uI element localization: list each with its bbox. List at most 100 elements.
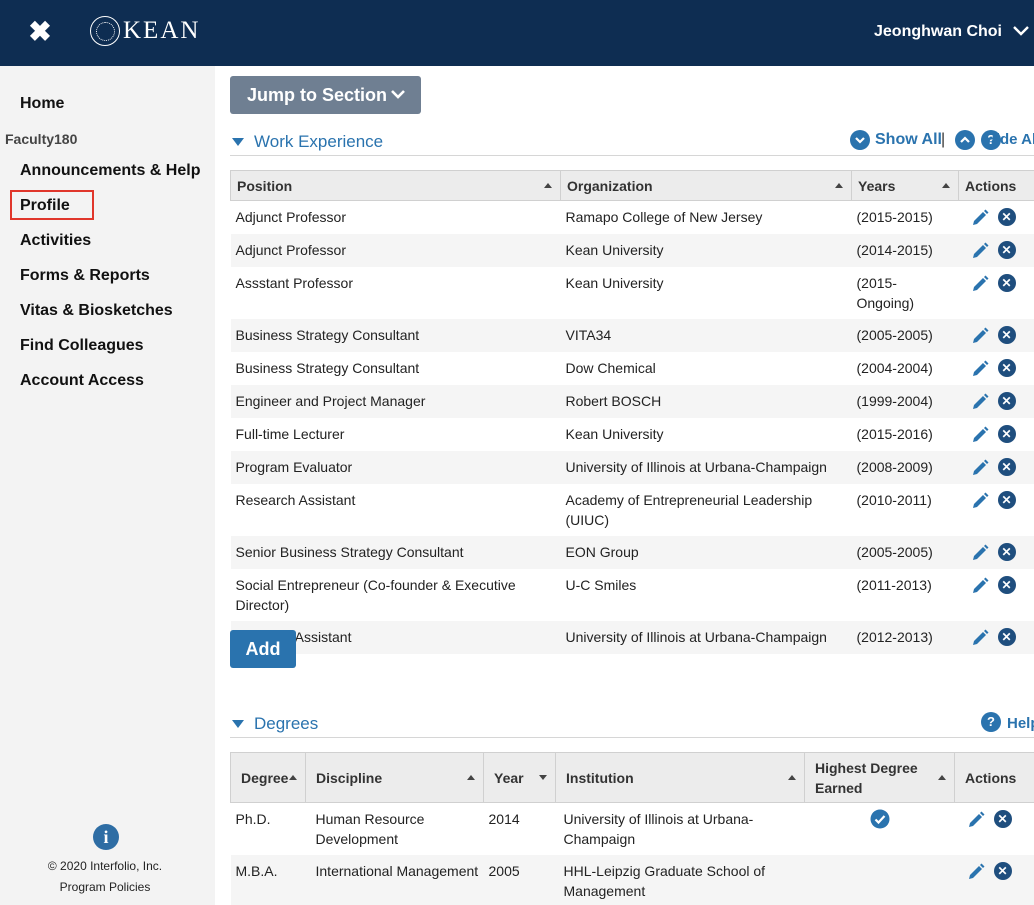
cell-position: Assstant Professor — [235, 275, 354, 291]
delete-x-icon[interactable]: ✕ — [997, 628, 1016, 646]
delete-x-icon[interactable]: ✕ — [993, 810, 1012, 828]
sidebar-item-home[interactable]: Home — [20, 94, 64, 114]
table-row: Assstant Professor Kean University (2015-O… — [231, 267, 1034, 319]
jump-to-section-button[interactable]: Jump to Section — [230, 76, 421, 114]
cell-position: Senior Business Strategy Consultant — [230, 536, 561, 569]
delete-x-icon[interactable]: ✕ — [997, 359, 1016, 377]
delete-x-icon[interactable]: ✕ — [997, 543, 1016, 561]
edit-pencil-icon[interactable] — [966, 862, 986, 882]
column-header-year[interactable]: Year — [483, 752, 556, 803]
cell-actions: ✕ — [959, 569, 1034, 621]
info-icon[interactable]: i — [93, 824, 119, 850]
column-header-degree[interactable]: Degree — [230, 752, 306, 803]
collapse-triangle-icon[interactable] — [232, 720, 244, 728]
table-row: Full-time Lecturer Kean University (2015-2… — [231, 418, 1034, 451]
table-row: Business Strategy Consultant Dow Chemical… — [231, 352, 1034, 385]
jump-to-section-label: Jump to Section — [247, 85, 388, 105]
delete-x-icon[interactable]: ✕ — [997, 458, 1016, 476]
program-policies-link[interactable]: Program Policies — [0, 879, 210, 895]
cell-position: Research Assistant — [235, 492, 356, 508]
cell-highest-degree — [805, 803, 955, 856]
sidebar: Home Faculty180 Announcements & Help Pro… — [0, 66, 215, 905]
edit-pencil-icon[interactable] — [970, 241, 990, 261]
sidebar-section-label: Faculty180 — [5, 131, 78, 147]
delete-x-icon[interactable]: ✕ — [997, 425, 1016, 443]
hide-all-help-link[interactable]: Hide All Help — [985, 130, 1034, 150]
cell-year: 2005 — [483, 855, 556, 905]
copyright-text: © 2020 Interfolio, Inc. — [47, 859, 163, 873]
table-row: Teaching AssistantUniversity of Illinois… — [230, 621, 1034, 654]
brand-name: KEAN — [123, 17, 201, 44]
cell-organization: EON Group — [560, 536, 852, 569]
cell-actions: ✕ — [955, 803, 1034, 856]
cell-years: (2015-Ongoing) — [856, 275, 915, 311]
edit-pencil-icon[interactable] — [970, 274, 990, 294]
cell-actions: ✕ — [959, 418, 1034, 451]
edit-pencil-icon[interactable] — [970, 628, 990, 648]
sidebar-item-vitas[interactable]: Vitas & Biosketches — [20, 301, 173, 321]
column-header-discipline[interactable]: Discipline — [305, 752, 484, 803]
collapse-all-icon[interactable] — [955, 130, 975, 150]
close-icon[interactable]: ✖ — [28, 18, 52, 46]
cell-organization: VITA34 — [560, 319, 852, 352]
edit-pencil-icon[interactable] — [966, 810, 986, 830]
edit-pencil-icon[interactable] — [970, 425, 990, 445]
add-work-experience-button[interactable]: Add — [230, 630, 296, 668]
delete-x-icon[interactable]: ✕ — [997, 576, 1016, 594]
cell-actions: ✕ — [958, 319, 1034, 352]
cell-years: (2010-2011) — [856, 492, 932, 508]
sidebar-item-profile[interactable]: Profile — [20, 196, 70, 216]
column-header-institution[interactable]: Institution — [555, 752, 805, 803]
sidebar-item-activities[interactable]: Activities — [20, 231, 91, 251]
delete-x-icon[interactable]: ✕ — [997, 274, 1016, 292]
table-row: Engineer and Project Manager Robert BOSCH… — [230, 385, 1034, 418]
cell-years: (2005-2005) — [851, 536, 959, 569]
cell-years: (2015-2016) — [856, 426, 933, 442]
edit-pencil-icon[interactable] — [970, 392, 990, 412]
edit-pencil-icon[interactable] — [970, 543, 990, 563]
edit-pencil-icon[interactable] — [970, 208, 990, 228]
table-row: Ph.D. Human Resource Development 2014 Unive… — [231, 803, 1034, 856]
delete-x-icon[interactable]: ✕ — [997, 326, 1016, 344]
sidebar-item-announcements[interactable]: Announcements & Help — [20, 161, 200, 181]
cell-years: (1999-2004) — [851, 385, 959, 418]
edit-pencil-icon[interactable] — [970, 491, 990, 511]
column-header-highest-degree[interactable]: Highest Degree Earned — [804, 752, 955, 803]
cell-actions: ✕ — [958, 234, 1034, 267]
degrees-title[interactable]: Degrees — [254, 712, 318, 736]
chevron-down-icon[interactable] — [1012, 24, 1030, 38]
edit-pencil-icon[interactable] — [970, 458, 990, 478]
user-menu[interactable]: Jeonghwan Choi — [874, 20, 1002, 44]
table-row: Business Strategy Consultant VITA34 (2005-… — [230, 319, 1034, 352]
cell-discipline: Human Resource Development — [315, 811, 425, 847]
sidebar-item-find-colleagues[interactable]: Find Colleagues — [20, 336, 144, 356]
cell-actions: ✕ — [958, 536, 1034, 569]
expand-all-icon[interactable] — [850, 130, 870, 150]
delete-x-icon[interactable]: ✕ — [997, 491, 1016, 509]
edit-pencil-icon[interactable] — [970, 326, 990, 346]
delete-x-icon[interactable]: ✕ — [997, 208, 1016, 226]
column-header-position[interactable]: Position — [230, 170, 561, 201]
edit-pencil-icon[interactable] — [970, 359, 990, 379]
cell-highest-degree — [804, 855, 955, 905]
delete-x-icon[interactable]: ✕ — [997, 241, 1016, 259]
collapse-triangle-icon[interactable] — [232, 138, 244, 146]
work-experience-title[interactable]: Work Experience — [254, 130, 383, 154]
column-header-years[interactable]: Years — [851, 170, 959, 201]
table-row: M.B.A. International Management 2005 HHL-Le… — [230, 855, 1034, 905]
show-all-link[interactable]: Show All — [875, 130, 942, 150]
degrees-help-link[interactable]: Help — [1007, 714, 1034, 734]
kean-seal-logo — [90, 16, 120, 46]
sidebar-item-account-access[interactable]: Account Access — [20, 371, 144, 391]
cell-actions: ✕ — [958, 385, 1034, 418]
sidebar-item-forms-reports[interactable]: Forms & Reports — [20, 266, 150, 286]
cell-organization: University of Illinois at Urbana-Champai… — [560, 451, 852, 484]
cell-organization: University of Illinois at Urbana-Champai… — [560, 621, 852, 654]
delete-x-icon[interactable]: ✕ — [993, 862, 1012, 880]
help-icon[interactable]: ? — [981, 712, 1001, 732]
cell-position: Adjunct Professor — [230, 234, 561, 267]
cell-organization: Ramapo College of New Jersey — [565, 209, 763, 225]
column-header-organization[interactable]: Organization — [560, 170, 852, 201]
delete-x-icon[interactable]: ✕ — [997, 392, 1016, 410]
edit-pencil-icon[interactable] — [970, 576, 990, 596]
